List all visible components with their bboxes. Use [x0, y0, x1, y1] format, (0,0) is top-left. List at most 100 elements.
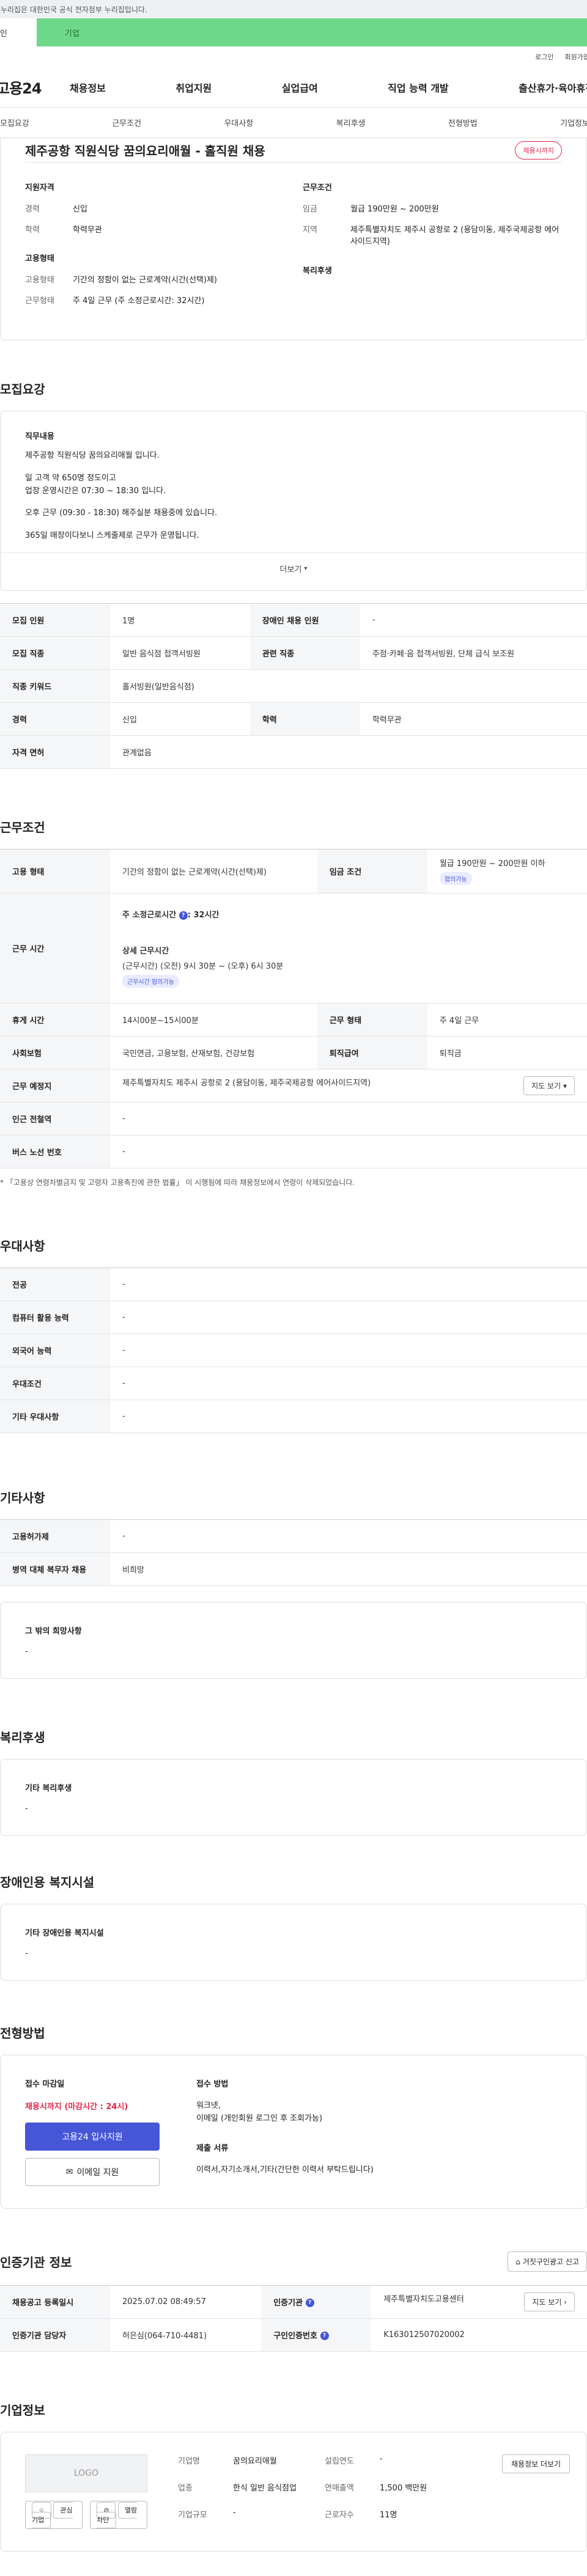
apply-button[interactable]: 고용24 입사지원 — [25, 2122, 160, 2151]
table-row: 컴퓨터 활용 능력 - — [0, 1301, 587, 1334]
tab-personal[interactable]: 개인 — [0, 18, 37, 46]
wage-pill: 협의가능 — [439, 872, 472, 886]
cert-agency-label: 인증기관 — [273, 2298, 303, 2308]
summary-left: 지원자격 경력 신입 학력 학력무관 고용형태 고용형태 기간의 정함이 없는 근로계… — [25, 181, 284, 315]
table-header: 모집 인원 — [0, 603, 110, 637]
gnb-item-parental-leave[interactable]: 출산휴가·육아휴직 — [519, 80, 587, 95]
company-actions: ☆ 관심기업 ⊘ 열람차단 — [25, 2500, 147, 2529]
table-header: 휴게 시간 — [0, 1003, 110, 1037]
anchor-preference[interactable]: 우대사항 — [224, 117, 253, 128]
global-nav: 고용24 채용정보 취업지원 실업급여 직업 능력 개발 출산휴가·육아휴직 — [0, 67, 587, 108]
gnb-menu: 채용정보 취업지원 실업급여 직업 능력 개발 출산휴가·육아휴직 — [70, 80, 587, 95]
table-header: 근무 예정지 — [0, 1069, 110, 1103]
table-row: 직종 키워드 홀서빙원(일반음식점) — [0, 669, 587, 703]
cert-map-button[interactable]: 지도 보기 › — [524, 2292, 575, 2311]
tab-company[interactable]: 기업 — [37, 18, 587, 46]
preference-section-title: 우대사항 — [0, 1238, 45, 1253]
more-button[interactable]: 더보기 ▾ — [1, 552, 586, 584]
weekly-hours: 주 소정근로시간 ?: 32시간 — [122, 908, 575, 920]
hours-detail: (근무시간) (오전) 9시 30분 ~ (오후) 6시 30분 — [122, 962, 284, 972]
recruit-section-title: 모집요강 — [0, 382, 45, 397]
preference-table: 전공 - 컴퓨터 활용 능력 - 외국어 능력 - 우대조건 - 기타 우대사항 - — [0, 1267, 587, 1433]
table-header: 직종 키워드 — [0, 669, 110, 703]
interest-button[interactable]: ☆ 관심기업 — [25, 2500, 83, 2529]
chevron-down-icon: ▾ — [304, 565, 308, 572]
table-header: 우대조건 — [0, 1367, 110, 1400]
employees-value: 11명 — [380, 2510, 397, 2520]
table-cell: 주점·카페·음 접객서빙원, 단체 급식 보조원 — [360, 636, 587, 670]
welfare-summary-block: 복리후생 — [303, 264, 562, 276]
method-value: 워크넷, 이메일 (개인회원 로그인 후 조회가능) — [196, 2101, 323, 2123]
table-header: 사회보험 — [0, 1036, 110, 1070]
method-title: 접수 방법 — [196, 2079, 229, 2089]
table-row: 자격 면허 관계없음 — [0, 735, 587, 769]
anchor-conditions[interactable]: 근무조건 — [112, 117, 141, 128]
table-header: 인증기관 ? — [261, 2285, 372, 2319]
login-link[interactable]: 로그인 — [535, 52, 553, 62]
table-cell: - — [110, 1334, 587, 1367]
table-header: 인증기관 담당자 — [0, 2318, 110, 2352]
table-header: 고용허가제 — [0, 1519, 110, 1553]
table-header: 장애인 채용 인원 — [249, 603, 360, 637]
company-jobs-button[interactable]: 채용정보 더보기 — [502, 2454, 570, 2473]
info-icon[interactable]: ? — [179, 911, 188, 920]
gnb-item-jobs[interactable]: 채용정보 — [70, 80, 106, 95]
work-type-row: 근무형태 주 4일 근무 (주 소정근로시간: 32시간) — [25, 295, 284, 307]
report-button[interactable]: ⌂ 거짓구인광고 신고 — [508, 2251, 587, 2272]
company-right: 채용정보 더보기 — [502, 2454, 570, 2529]
page-bottom-spacer — [0, 2552, 587, 2576]
utility-bar: 로그인 회원가입 — [0, 46, 587, 67]
deadline-title: 접수 마감일 — [25, 2079, 65, 2089]
more-label: 더보기 — [279, 565, 302, 574]
anchor-recruit[interactable]: 모집요강 — [0, 117, 29, 128]
company-box: LOGO ☆ 관심기업 ⊘ 열람차단 기업명 꿈의요리애월 설립연도 - 업종 한식 … — [0, 2431, 587, 2552]
table-row: 모집 직종 일반 음식점 접객서빙원 관련 직종 주점·카페·음 접객서빙원, 단체 … — [0, 636, 587, 670]
work-type-value: 주 4일 근무 (주 소정근로시간: 32시간) — [73, 296, 205, 306]
cert-map-label: 지도 보기 — [532, 2297, 562, 2306]
welfare-box-title: 기타 복리후생 — [25, 1783, 72, 1793]
info-icon[interactable]: ? — [305, 2299, 314, 2308]
emp-type-label: 고용형태 — [25, 276, 54, 285]
wage-row: 임금 월급 190만원 ~ 200만원 — [303, 204, 562, 216]
cert-header: 인증기관 정보 ⌂ 거짓구인광고 신고 — [0, 2251, 587, 2272]
report-label: 거짓구인광고 신고 — [522, 2257, 579, 2266]
welfare-summary-title: 복리후생 — [303, 266, 332, 276]
emp-type-title: 고용형태 — [25, 254, 54, 263]
etc-section-title: 기타사항 — [0, 1490, 45, 1505]
founded-label: 설립연도 — [325, 2456, 354, 2466]
gnb-item-unemployment-benefit[interactable]: 실업급여 — [282, 80, 318, 95]
work-table: 고용 형태 기간의 정함이 없는 근로계약(시간(선택)제) 임금 조건 월급 … — [0, 848, 587, 1169]
table-header: 근무 시간 — [0, 893, 110, 1004]
chevron-down-icon: ▾ — [563, 1081, 567, 1090]
gnb-item-employment-support[interactable]: 취업지원 — [175, 80, 212, 95]
industry-value: 한식 일반 음식점업 — [233, 2483, 297, 2493]
duty-line-3: 오후 근무 (09:30 - 18:30) 해주실분 채용중에 있습니다. — [25, 508, 218, 518]
table-cell: K163012507020002 — [371, 2318, 587, 2352]
emp-type-block: 고용형태 고용형태 기간의 정함이 없는 근로계약(시간(선택)제) 근무형태 주 … — [25, 252, 284, 307]
table-cell: - — [110, 1102, 587, 1136]
table-row: 인증기관 담당자 허은심(064-710-4481) 구인인증번호 ? K163012… — [0, 2318, 587, 2352]
join-link[interactable]: 회원가입 — [565, 52, 587, 62]
table-row: 기타 우대사항 - — [0, 1400, 587, 1433]
table-cell: 퇴직금 — [427, 1036, 587, 1070]
table-cell: 국민연금, 고용보험, 산재보험, 건강보험 — [110, 1036, 317, 1070]
anchor-company[interactable]: 기업정보 — [560, 117, 587, 128]
career-value: 신입 — [73, 205, 87, 214]
info-icon[interactable]: ? — [320, 2332, 329, 2341]
email-apply-button[interactable]: ✉ 이메일 지원 — [25, 2157, 160, 2186]
education-row: 학력 학력무관 — [25, 224, 284, 237]
anchor-selection[interactable]: 전형방법 — [448, 117, 478, 128]
disabled-box: 기타 장애인용 복지시설 - — [0, 1903, 587, 1981]
table-cell: 주 4일 근무 — [427, 1003, 587, 1037]
gnb-item-skills[interactable]: 직업 능력 개발 — [388, 80, 448, 95]
logo[interactable]: 고용24 — [0, 76, 70, 98]
block-button[interactable]: ⊘ 열람차단 — [90, 2500, 147, 2529]
table-header: 기타 우대사항 — [0, 1400, 110, 1433]
education-label: 학력 — [25, 225, 40, 235]
map-button[interactable]: 지도 보기 ▾ — [523, 1076, 575, 1095]
table-header: 버스 노선 번호 — [0, 1135, 110, 1169]
company-logo: LOGO — [25, 2454, 147, 2492]
anchor-welfare[interactable]: 복리후생 — [336, 117, 366, 128]
table-row: 전공 - — [0, 1268, 587, 1301]
tab-company-label: 기업 — [65, 29, 79, 39]
